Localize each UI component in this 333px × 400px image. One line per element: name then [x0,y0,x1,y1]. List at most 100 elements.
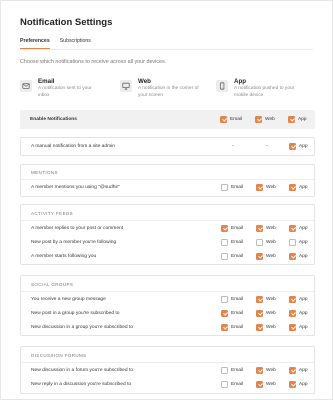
app-option-label: App [299,185,308,190]
enable-email-label: Email [230,117,242,122]
row-label: A member replies to your post or comment [31,226,124,231]
forum-reply-email-checkbox[interactable] [221,381,228,388]
web-option-label: Web [266,382,276,387]
forum-discussion-web-checkbox[interactable] [256,367,263,374]
group-message-app-checkbox[interactable] [289,296,296,303]
mentions-web-checkbox[interactable] [256,184,263,191]
type-web: Web A notification in the corner of your… [120,78,199,99]
feed-follow-email-checkbox[interactable] [221,253,228,260]
section-title: SOCIAL GROUPS [31,282,74,287]
phone-icon [216,80,228,92]
group-post-app-checkbox[interactable] [289,310,296,317]
section-divider [21,291,314,292]
forum-reply-app-checkbox[interactable] [289,381,296,388]
feed-reply-web-checkbox[interactable] [256,225,263,232]
email-option-label: Email [231,226,243,231]
group-message-email-checkbox[interactable] [221,296,228,303]
type-web-desc-2: your screen [138,93,164,98]
app-option-label: App [299,368,308,373]
mail-icon [20,80,32,92]
web-option-label: Web [266,240,276,245]
type-app-desc-2: mobile device [234,93,264,98]
row-label: New reply in a discussion you're subscri… [31,382,132,387]
email-option-label: Email [231,325,243,330]
section-mentions: MENTIONS A member mentions you using "@s… [20,164,315,197]
admin-web-unavailable: - [266,143,268,149]
web-option-label: Web [266,311,276,316]
feed-newpost-email-checkbox[interactable] [221,239,228,246]
section-divider [21,179,314,180]
enable-app-label: App [298,117,307,122]
enable-app-checkbox[interactable] [288,116,295,123]
admin-email-unavailable: - [232,143,234,149]
app-option-label: App [299,382,308,387]
type-app-desc: A notification pushed to your [234,86,295,91]
group-discussion-email-checkbox[interactable] [221,324,228,331]
enable-notifications-label: Enable Notifications [30,117,78,122]
feed-newpost-app-checkbox[interactable] [289,239,296,246]
forum-reply-web-checkbox[interactable] [256,381,263,388]
web-option-label: Web [266,185,276,190]
enable-web-label: Web [265,117,275,122]
email-option-label: Email [231,297,243,302]
admin-app-checkbox[interactable] [289,143,296,150]
email-option-label: Email [231,185,243,190]
section-divider [21,220,314,221]
row-label: A member mentions you using "@sudhir" [31,185,120,190]
type-app: App A notification pushed to your mobile… [216,78,294,99]
web-option-label: Web [266,226,276,231]
mentions-app-checkbox[interactable] [289,184,296,191]
row-label: New post by a member you're following [31,240,117,245]
section-activity-feeds: ACTIVITY FEEDS A member replies to your … [20,204,315,265]
section-title: ACTIVITY FEEDS [31,211,74,216]
enable-email-checkbox[interactable] [220,116,227,123]
group-discussion-app-checkbox[interactable] [289,324,296,331]
type-app-title: App [234,78,247,85]
app-option-label: App [299,297,308,302]
row-label: New discussion in a group you're subscri… [31,325,134,330]
type-email-title: Email [38,78,55,85]
web-option-label: Web [266,368,276,373]
group-discussion-web-checkbox[interactable] [256,324,263,331]
enable-notifications-row: Enable Notifications Email Web App [20,110,315,129]
feed-follow-app-checkbox[interactable] [289,253,296,260]
enable-web-checkbox[interactable] [255,116,262,123]
feed-follow-web-checkbox[interactable] [256,253,263,260]
group-post-web-checkbox[interactable] [256,310,263,317]
type-web-title: Web [138,78,151,85]
row-label: A member starts following you [31,254,97,259]
web-option-label: Web [266,254,276,259]
mentions-email-checkbox[interactable] [221,184,228,191]
email-option-label: Email [231,382,243,387]
intro-text: Choose which notifications to receive ac… [20,59,167,65]
notification-types: Email A notification sent to your inbox … [20,78,315,100]
section-title: MENTIONS [31,170,58,175]
page-title: Notification Settings [20,17,113,28]
app-option-label: App [299,226,308,231]
web-option-label: Web [266,297,276,302]
group-message-web-checkbox[interactable] [256,296,263,303]
admin-app-label: App [299,144,308,149]
admin-notification-label: A manual notification from a site admin [31,144,115,149]
email-option-label: Email [231,311,243,316]
app-option-label: App [299,240,308,245]
email-option-label: Email [231,254,243,259]
admin-notification-card: A manual notification from a site admin … [20,137,315,156]
app-option-label: App [299,325,308,330]
forum-discussion-app-checkbox[interactable] [289,367,296,374]
monitor-icon [120,80,132,92]
feed-reply-email-checkbox[interactable] [221,225,228,232]
type-web-desc: A notification in the corner of [138,86,199,91]
notification-settings-page: Notification Settings Preferences Subscr… [0,0,333,400]
email-option-label: Email [231,368,243,373]
feed-reply-app-checkbox[interactable] [289,225,296,232]
forum-discussion-email-checkbox[interactable] [221,367,228,374]
feed-newpost-web-checkbox[interactable] [256,239,263,246]
tabs-divider [20,49,313,50]
group-post-email-checkbox[interactable] [221,310,228,317]
email-option-label: Email [231,240,243,245]
row-label: New post in a group you're subscribed to [31,311,120,316]
section-discussion-forums: DISCUSSION FORUMS New discussion in a fo… [20,346,315,394]
type-email: Email A notification sent to your inbox [20,78,92,99]
app-option-label: App [299,254,308,259]
